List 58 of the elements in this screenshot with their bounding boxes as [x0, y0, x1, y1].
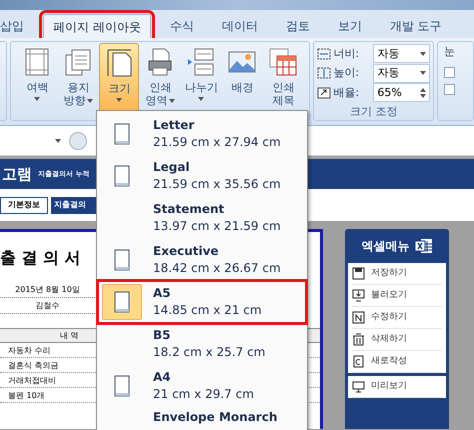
checkbox[interactable]: [444, 84, 455, 94]
banner-title: 고램: [2, 164, 32, 185]
trash-icon: [352, 333, 365, 346]
dropdown-field[interactable]: 자동: [373, 44, 430, 64]
ribbon-tab[interactable]: 개발 도구: [380, 14, 451, 38]
spinner-icon: [420, 88, 426, 98]
menu-item[interactable]: Statement 13.97 cm x 21.59 cm: [98, 197, 306, 239]
caret-icon: [420, 71, 426, 76]
page-break-icon: [186, 47, 216, 77]
ribbon-tab[interactable]: 데이터: [212, 14, 267, 38]
spin-field[interactable]: 65%: [373, 83, 430, 102]
new-document-icon: [352, 355, 365, 368]
sheet-tab[interactable]: 기본정보: [0, 196, 48, 214]
menu-item[interactable]: 수정하기: [352, 307, 442, 329]
menu-item[interactable]: 미리보기: [352, 376, 442, 398]
monitor-download-icon: [352, 289, 365, 302]
menu-item[interactable]: A5 14.85 cm x 21 cm: [98, 281, 306, 323]
ribbon-tab[interactable]: 검토: [276, 14, 319, 38]
page-icon: [114, 123, 130, 145]
ribbon-tab[interactable]: 삽입: [0, 14, 33, 38]
document-edit-icon: [352, 311, 365, 324]
round-button[interactable]: [69, 132, 87, 150]
document-title: 출 결 의 서: [0, 247, 81, 269]
caret-icon: [55, 138, 61, 142]
height-icon: [317, 67, 332, 80]
checkbox[interactable]: [444, 66, 455, 78]
scale-icon: [317, 86, 332, 99]
field-label: 높이:: [333, 65, 360, 81]
ribbon-tab[interactable]: 보기: [328, 14, 371, 38]
ribbon-tab[interactable]: 수식: [160, 14, 203, 38]
menu-item[interactable]: Executive 18.42 cm x 26.67 cm: [98, 239, 306, 281]
dropdown-field[interactable]: 자동: [373, 64, 430, 83]
menu-item[interactable]: 삭제하기: [352, 329, 442, 351]
menu-item[interactable]: Envelope Monarch: [98, 407, 306, 429]
info-cell: 2015년 8월 10일: [0, 282, 95, 298]
monitor-icon: [352, 380, 365, 393]
group-label: 눈: [444, 44, 456, 60]
field-label: 배율:: [333, 84, 360, 100]
panel-title: 엑셀메뉴: [362, 238, 410, 255]
info-cell: 김철수: [0, 298, 95, 314]
page-icon: [114, 291, 130, 313]
menu-item[interactable]: 새로작성: [352, 351, 442, 373]
pages-icon: [63, 47, 94, 77]
group-label: 크기 조정: [348, 104, 398, 120]
table-icon: [268, 47, 298, 77]
sheet-tab[interactable]: 지출결의: [51, 196, 99, 214]
field-label: 너비:: [333, 46, 360, 62]
ribbon-button[interactable]: 용지 방향: [58, 43, 98, 121]
page-icon: [114, 249, 130, 271]
page-icon: [114, 375, 130, 397]
menu-item[interactable]: Legal 21.59 cm x 35.56 cm: [98, 155, 306, 197]
caret-icon: [420, 52, 426, 56]
menu-item[interactable]: 저장하기: [352, 263, 442, 285]
ribbon-button[interactable]: 여백: [17, 43, 58, 121]
width-icon: [317, 48, 332, 60]
page-icon: [114, 165, 130, 187]
spreadsheet-icon: [414, 238, 432, 254]
menu-item[interactable]: 불러오기: [352, 285, 442, 307]
